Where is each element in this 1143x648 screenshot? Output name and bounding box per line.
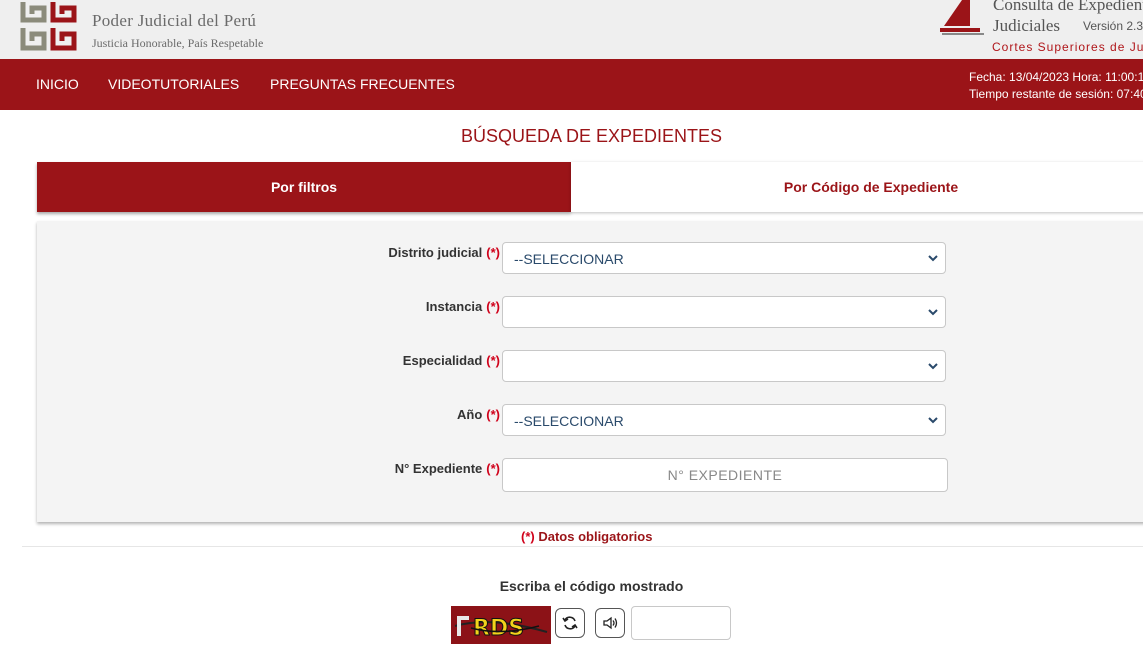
distrito-judicial-label: Distrito judicial (*) (388, 245, 500, 260)
refresh-icon (562, 616, 578, 630)
especialidad-select[interactable] (502, 350, 946, 382)
chevron-down-icon (928, 417, 938, 424)
session-info: Fecha: 13/04/2023 Hora: 11:00:13 Tiempo … (969, 69, 1143, 103)
nav-preguntas-frecuentes[interactable]: PREGUNTAS FRECUENTES (270, 76, 455, 92)
app-title-line1: Consulta de Expedientes (993, 0, 1143, 14)
expediente-label-text: N° Expediente (394, 461, 483, 476)
captcha-input[interactable] (631, 606, 731, 640)
brand-title: Poder Judicial del Perú (92, 11, 257, 30)
distrito-judicial-select[interactable]: --SELECCIONAR (502, 242, 946, 274)
page-title: BÚSQUEDA DE EXPEDIENTES (460, 126, 723, 146)
chevron-down-icon (928, 255, 938, 262)
tab-por-filtros[interactable]: Por filtros (37, 162, 571, 212)
distrito-judicial-value: --SELECCIONAR (514, 251, 624, 267)
required-note-text: Datos obligatorios (538, 529, 653, 544)
anio-label-text: Año (457, 407, 483, 422)
app-version: Versión 2.3 (1083, 19, 1143, 33)
section-divider (22, 546, 1143, 547)
instancia-select[interactable] (502, 296, 946, 328)
anio-select[interactable]: --SELECCIONAR (502, 404, 946, 436)
nav-videotutoriales[interactable]: VIDEOTUTORIALES (108, 76, 239, 92)
distrito-judicial-label-text: Distrito judicial (388, 245, 483, 260)
chevron-down-icon (928, 363, 938, 370)
expediente-label: N° Expediente (*) (395, 461, 500, 476)
nav-inicio[interactable]: INICIO (36, 76, 79, 92)
session-time-label: Tiempo restante de sesión: 07:40 (969, 87, 1143, 101)
brand-subtitle: Justicia Honorable, País Respetable (92, 36, 264, 50)
consulta-logo (940, 0, 984, 35)
date-time-label: Fecha: 13/04/2023 Hora: 11:00:13 (969, 70, 1143, 84)
required-mark: (*) (486, 299, 500, 314)
refresh-captcha-button[interactable] (555, 608, 585, 638)
captcha-image: RDS (451, 606, 551, 644)
audio-captcha-button[interactable] (595, 608, 625, 638)
anio-label: Año (*) (457, 407, 500, 422)
required-mark: (*) (486, 245, 500, 260)
main-navbar: INICIO VIDEOTUTORIALES PREGUNTAS FRECUEN… (0, 59, 1143, 110)
especialidad-label-text: Especialidad (402, 353, 483, 368)
instancia-label: Instancia (*) (426, 299, 500, 314)
required-mark: (*) (486, 461, 500, 476)
captcha-label: Escriba el código mostrado (499, 578, 684, 594)
expediente-input[interactable] (502, 458, 948, 492)
site-header: Poder Judicial del Perú Justicia Honorab… (0, 0, 1143, 59)
tab-por-codigo-expediente[interactable]: Por Código de Expediente (571, 162, 1143, 212)
captcha-code: RDS (473, 616, 524, 641)
speaker-icon (603, 616, 618, 630)
required-mark: (*) (486, 353, 500, 368)
app-title-line2: Judiciales (993, 16, 1061, 35)
chevron-down-icon (928, 309, 938, 316)
required-note-mark: (*) (521, 529, 535, 544)
app-cortes-label: Cortes Superiores de Justicia (992, 40, 1143, 54)
search-filters-panel: Distrito judicial (*) --SELECCIONAR Insta… (37, 221, 1143, 522)
poder-judicial-logo (20, 2, 77, 51)
anio-value: --SELECCIONAR (514, 413, 624, 429)
especialidad-label: Especialidad (*) (403, 353, 500, 368)
required-mark: (*) (486, 407, 500, 422)
required-note: (*) Datos obligatorios (521, 529, 652, 544)
instancia-label-text: Instancia (425, 299, 483, 314)
